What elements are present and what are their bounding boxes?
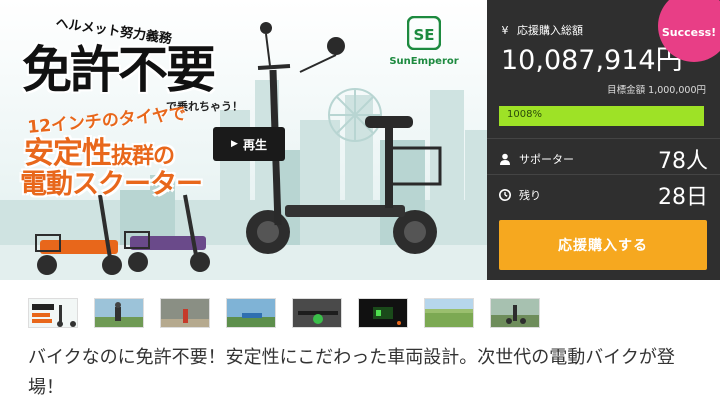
supporters-label: サポーター [519, 153, 574, 166]
play-video-button[interactable]: ▶ 再生 [213, 127, 285, 161]
scooter-title-text: 電動スクーター [20, 169, 203, 200]
yen-icon: ¥ [501, 23, 509, 37]
remaining-days: 28日 [658, 185, 708, 210]
remaining-label: 残り [519, 189, 541, 202]
svg-text:SE: SE [413, 26, 434, 44]
remaining-label-row: 残り [499, 187, 541, 203]
scooter-grass-thumb-icon [491, 299, 539, 327]
thumbnail-4[interactable] [226, 298, 276, 328]
hero-banner-thumb-icon [29, 299, 77, 327]
divider [487, 174, 720, 175]
sunemperor-logo-icon: SE [406, 15, 442, 51]
goal-amount: 目標金額 1,000,000円 [607, 85, 706, 96]
total-label: 応援購入総額 [517, 24, 583, 37]
thumbnail-5[interactable] [292, 298, 342, 328]
project-description: バイクなのに免許不要！安定性にこだわった車両設計。次世代の電動バイクが登場！ [28, 347, 675, 398]
supporters-count: 78人 [658, 149, 708, 174]
thumbnail-7[interactable] [424, 298, 474, 328]
play-icon: ▶ [231, 139, 238, 149]
project-hero-image[interactable]: ヘルメット努力義務 免許不要 で乗れちゃう！ 12インチのタイヤで 安定性抜群の… [0, 0, 487, 280]
support-purchase-button[interactable]: 応援購入する [499, 220, 707, 270]
person-icon [500, 153, 510, 165]
thumbnail-6[interactable] [358, 298, 408, 328]
clock-icon [499, 189, 511, 201]
supporters-label-row: サポーター [499, 151, 574, 167]
blue-scooter-thumb-icon [227, 299, 275, 327]
rider-street-thumb-icon [95, 299, 143, 327]
thumbnail-3[interactable] [160, 298, 210, 328]
brand-logo: SE SunEmperor [383, 15, 465, 67]
total-amount: 10,087,914円 [501, 45, 683, 76]
dashboard-display-thumb-icon [359, 299, 407, 327]
riverside-thumb-icon [425, 299, 473, 327]
handlebar-closeup-thumb-icon [293, 299, 341, 327]
thumbnail-1[interactable] [28, 298, 78, 328]
scooter-park-thumb-icon [161, 299, 209, 327]
brand-name: SunEmperor [389, 56, 459, 67]
thumbnail-8[interactable] [490, 298, 540, 328]
headline-text: 免許不要 [22, 41, 216, 99]
funding-progress-bar: 1008% [499, 106, 704, 126]
thumbnail-2[interactable] [94, 298, 144, 328]
play-label: 再生 [242, 137, 267, 152]
progress-percent: 1008% [507, 109, 542, 120]
divider [487, 138, 720, 139]
